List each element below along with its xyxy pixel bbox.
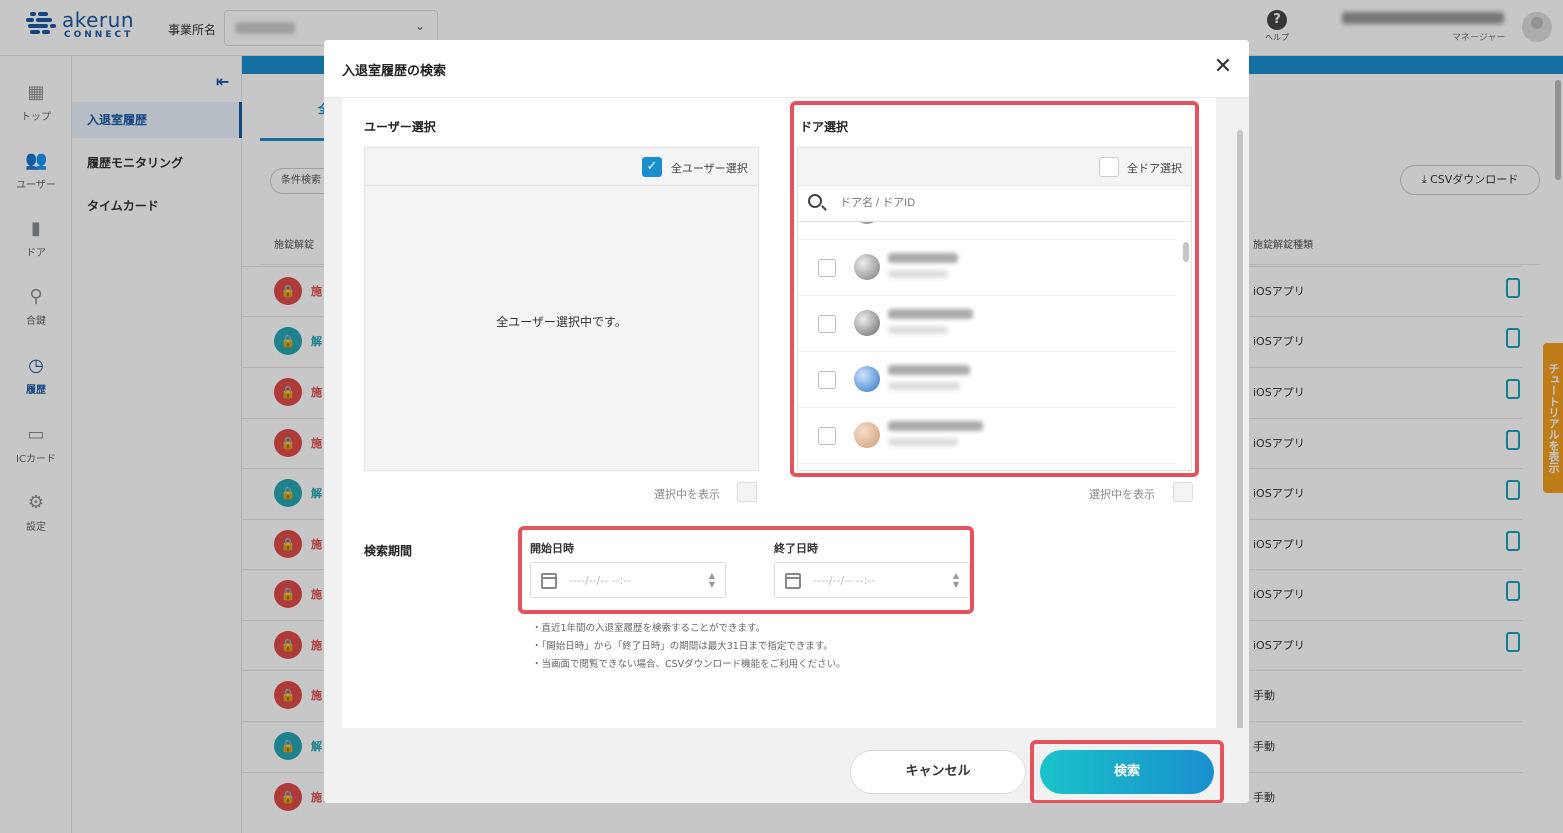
door-avatar	[854, 366, 880, 392]
door-avatar	[854, 310, 880, 336]
search-button[interactable]: 検索	[1040, 750, 1214, 794]
select-all-doors-label: 全ドア選択	[1127, 162, 1182, 175]
spinner-icon[interactable]: ▲ ▼	[953, 571, 959, 589]
all-users-selected-text: 全ユーザー選択中です。	[496, 315, 627, 329]
door-id-redacted	[888, 270, 948, 278]
modal-scrollbar[interactable]	[1237, 130, 1243, 795]
end-datetime-value: ----/--/-- --:--	[813, 574, 876, 587]
door-id-redacted	[888, 438, 958, 446]
door-select-panel: 全ドア選択	[797, 147, 1192, 471]
door-avatar	[854, 222, 880, 224]
door-section-title: ドア選択	[800, 120, 849, 134]
list-item[interactable]	[798, 240, 1176, 296]
calendar-icon	[785, 573, 801, 589]
door-show-selected-toggle[interactable]	[1173, 482, 1193, 502]
door-name-redacted	[888, 365, 970, 375]
list-item[interactable]	[798, 296, 1176, 352]
close-icon[interactable]: ✕	[1210, 54, 1236, 80]
start-datetime-input[interactable]: ----/--/-- --:-- ▲ ▼	[530, 562, 726, 598]
select-all-users-label: 全ユーザー選択	[671, 162, 748, 175]
door-checkbox[interactable]	[818, 371, 836, 389]
period-label: 検索期間	[364, 544, 413, 558]
door-checkbox[interactable]	[818, 315, 836, 333]
search-icon	[808, 194, 822, 208]
cancel-button[interactable]: キャンセル	[850, 750, 1026, 794]
spinner-icon[interactable]: ▲ ▼	[709, 571, 715, 589]
user-show-selected-toggle[interactable]	[737, 482, 757, 502]
user-section-title: ユーザー選択	[364, 120, 436, 134]
list-item[interactable]	[798, 408, 1176, 464]
select-all-doors-checkbox[interactable]	[1099, 157, 1119, 177]
note-line: ・当画面で閲覧できない場合、CSVダウンロード機能をご利用ください。	[532, 659, 846, 670]
modal-footer: キャンセル 検索	[324, 728, 1249, 803]
end-datetime-label: 終了日時	[774, 542, 818, 555]
calendar-icon	[541, 573, 557, 589]
modal-body: ユーザー選択 ✓ 全ユーザー選択 全ユーザー選択中です。 選択中を表示 ドア選択…	[342, 98, 1216, 728]
modal-header: 入退室履歴の検索 ✕	[324, 40, 1249, 98]
door-avatar	[854, 254, 880, 280]
user-select-panel: ✓ 全ユーザー選択 全ユーザー選択中です。	[364, 147, 759, 471]
start-datetime-value: ----/--/-- --:--	[569, 574, 632, 587]
select-all-users-checkbox[interactable]: ✓	[642, 157, 662, 177]
modal-title: 入退室履歴の検索	[342, 64, 447, 79]
door-name-redacted	[888, 309, 973, 319]
list-item[interactable]	[798, 222, 1176, 240]
door-list	[798, 222, 1191, 470]
end-datetime-input[interactable]: ----/--/-- --:-- ▲ ▼	[774, 562, 970, 598]
door-id-redacted	[888, 382, 960, 390]
door-avatar	[854, 422, 880, 448]
search-modal: 入退室履歴の検索 ✕ ユーザー選択 ✓ 全ユーザー選択 全ユーザー選択中です。 …	[324, 40, 1249, 803]
door-show-selected-label: 選択中を表示	[1089, 488, 1155, 501]
door-panel-header: 全ドア選択	[798, 148, 1191, 186]
start-datetime-label: 開始日時	[530, 542, 574, 555]
list-item[interactable]	[798, 352, 1176, 408]
user-panel-header: ✓ 全ユーザー選択	[365, 148, 758, 186]
door-list-scrollbar[interactable]	[1183, 242, 1189, 262]
door-name-redacted	[888, 421, 983, 431]
note-line: ・直近1年間の入退室履歴を検索することができます。	[532, 623, 766, 634]
door-name-redacted	[888, 253, 958, 263]
door-search-input[interactable]	[840, 197, 1170, 209]
door-id-redacted	[888, 326, 948, 334]
note-line: ・「開始日時」から「終了日時」の期間は最大31日まで指定できます。	[532, 641, 833, 652]
door-search-field[interactable]	[798, 186, 1191, 222]
search-notes: ・直近1年間の入退室履歴を検索することができます。 ・「開始日時」から「終了日時…	[532, 620, 846, 674]
door-checkbox[interactable]	[818, 427, 836, 445]
door-checkbox[interactable]	[818, 259, 836, 277]
user-show-selected-label: 選択中を表示	[654, 488, 720, 501]
